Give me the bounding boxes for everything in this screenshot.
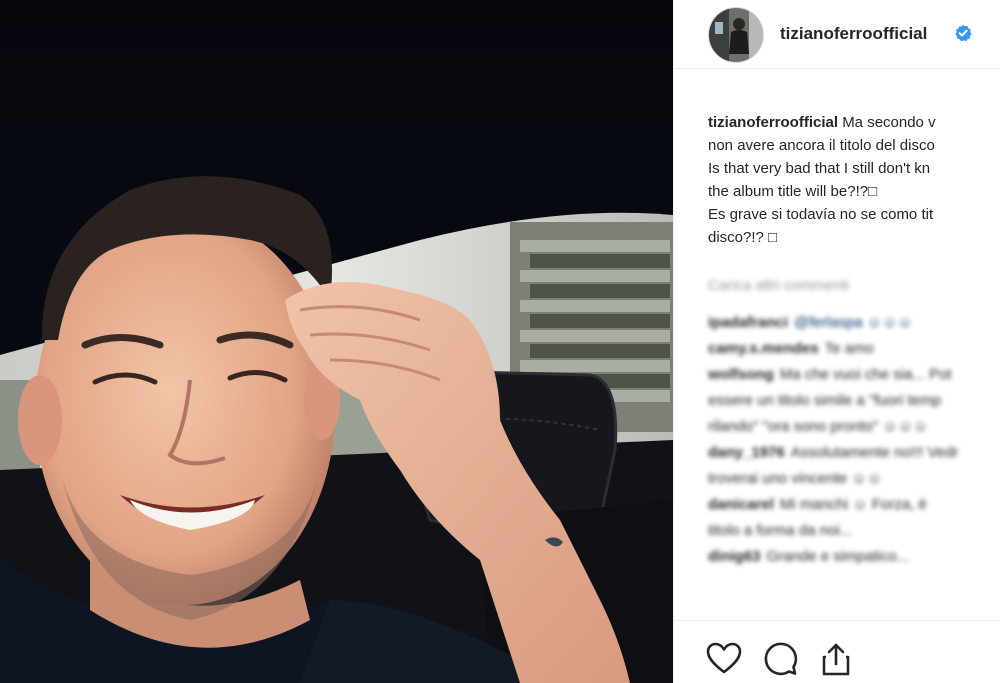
- heart-icon[interactable]: [706, 641, 742, 677]
- caption-line-2: non avere ancora il titolo del disco: [708, 137, 935, 154]
- caption-line-1: tizianoferroofficial Ma secondo v: [708, 112, 1000, 135]
- avatar[interactable]: [708, 7, 764, 63]
- caption-line-3: Is that very bad that I still don't kn: [708, 160, 931, 177]
- caption-line-4: the album title will be?!?□: [708, 183, 878, 200]
- comment-text: @ferlaspa ☺☺☺: [794, 314, 913, 331]
- comment-item: dany_1976 Assolutamente no!!! Vedr: [708, 441, 1000, 464]
- share-icon[interactable]: [818, 641, 854, 677]
- post-photo[interactable]: [0, 0, 673, 683]
- comment-author[interactable]: ipadafranci: [708, 314, 788, 331]
- post-panel: tizianoferroofficial tizianoferroofficia…: [673, 0, 1000, 683]
- verified-badge-icon: [954, 24, 972, 42]
- comment-continuation: titolo a forma da noi...: [708, 519, 1000, 542]
- comment-author[interactable]: dinig63: [708, 548, 761, 565]
- load-more-comments-link[interactable]: Carica altri commenti: [708, 275, 1000, 311]
- comment-item: dinig63 Grande e simpatico...: [708, 545, 1000, 568]
- comment-text: Te amo: [824, 340, 874, 357]
- comment-author[interactable]: wolfsong: [708, 366, 774, 383]
- caption-line-6: disco?!? □: [708, 229, 778, 246]
- comment-item: ipadafranci @ferlaspa ☺☺☺: [708, 311, 1000, 334]
- avatar-image: [709, 8, 763, 62]
- comment-author[interactable]: dany_1976: [708, 444, 785, 461]
- post-header: tizianoferroofficial: [674, 0, 1000, 69]
- comments-list: Carica altri commenti ipadafranci @ferlas…: [708, 275, 1000, 571]
- post-username[interactable]: tizianoferroofficial: [780, 24, 927, 44]
- comment-item: camy.s.mendes Te amo: [708, 337, 1000, 360]
- caption-author[interactable]: tizianoferroofficial: [708, 114, 838, 131]
- selfie-image: [0, 0, 673, 683]
- caption-line-5: Es grave si todavía no se como tit: [708, 206, 934, 223]
- comment-text: titolo a forma da noi...: [708, 522, 853, 539]
- comment-continuation: troverai uno vincente ☺☺: [708, 467, 1000, 490]
- comment-text: essere un titolo simile a "fuori temp: [708, 392, 941, 409]
- comment-text: Assolutamente no!!! Vedr: [790, 444, 959, 461]
- comment-author[interactable]: danicarel: [708, 496, 774, 513]
- comment-text: troverai uno vincente ☺☺: [708, 470, 883, 487]
- comment-author[interactable]: camy.s.mendes: [708, 340, 819, 357]
- comment-continuation: rilando" "ora sono pronto" ☺☺☺: [708, 415, 1000, 438]
- comment-text: Mi manchi ☺ Forza, è: [779, 496, 927, 513]
- comment-continuation: essere un titolo simile a "fuori temp: [708, 389, 1000, 412]
- post-actions-bar: [674, 620, 1000, 683]
- post-caption: tizianoferroofficial Ma secondo v non av…: [708, 112, 1000, 250]
- caption-text: Ma secondo v: [842, 114, 936, 131]
- comment-item: danicarel Mi manchi ☺ Forza, è: [708, 493, 1000, 516]
- comment-item: wolfsong Ma che vuoi che sia... Pot: [708, 363, 1000, 386]
- comment-text: rilando" "ora sono pronto" ☺☺☺: [708, 418, 929, 435]
- comment-text: Grande e simpatico...: [766, 548, 910, 565]
- comment-text: Ma che vuoi che sia... Pot: [779, 366, 952, 383]
- comment-bubble-icon[interactable]: [762, 641, 798, 677]
